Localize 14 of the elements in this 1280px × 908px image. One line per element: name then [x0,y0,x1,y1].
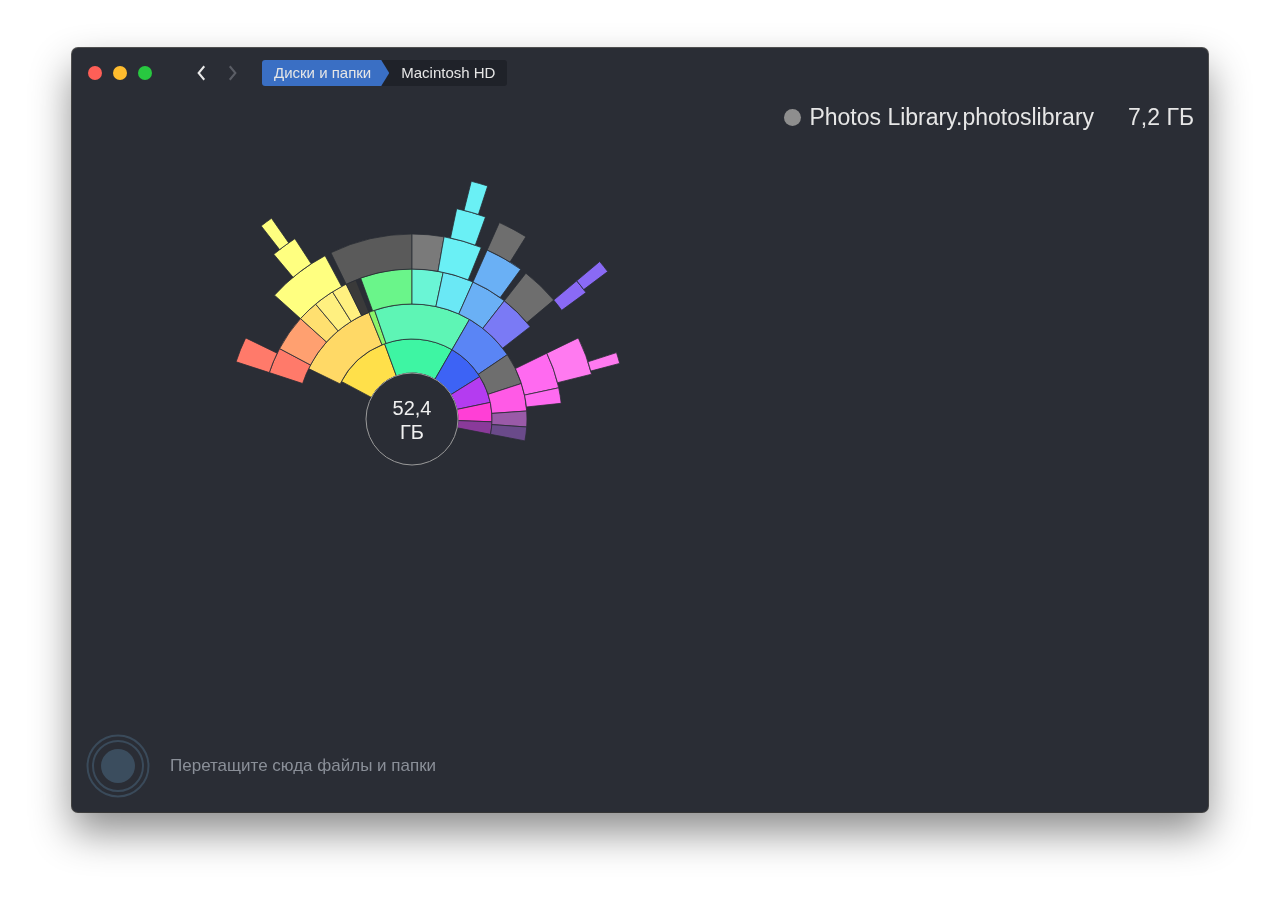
total-size-value: 52,4 [392,397,432,419]
item-name: Photos Library.photoslibrary [809,104,1095,131]
sunburst-drawing[interactable] [235,180,621,442]
zoom-button[interactable] [138,66,152,80]
drop-hint: Перетащите сюда файлы и папки [170,756,437,776]
minimize-button[interactable] [113,66,127,80]
center-circle[interactable] [365,372,459,466]
breadcrumb-item[interactable]: Macintosh HD [389,60,508,86]
item-size: 7,2 ГБ [1128,104,1194,131]
total-size-unit: ГБ [400,421,424,443]
back-button[interactable] [196,64,208,82]
close-button[interactable] [88,66,102,80]
breadcrumb-item[interactable]: Диски и папки [262,60,390,86]
dot-icon [784,109,802,126]
